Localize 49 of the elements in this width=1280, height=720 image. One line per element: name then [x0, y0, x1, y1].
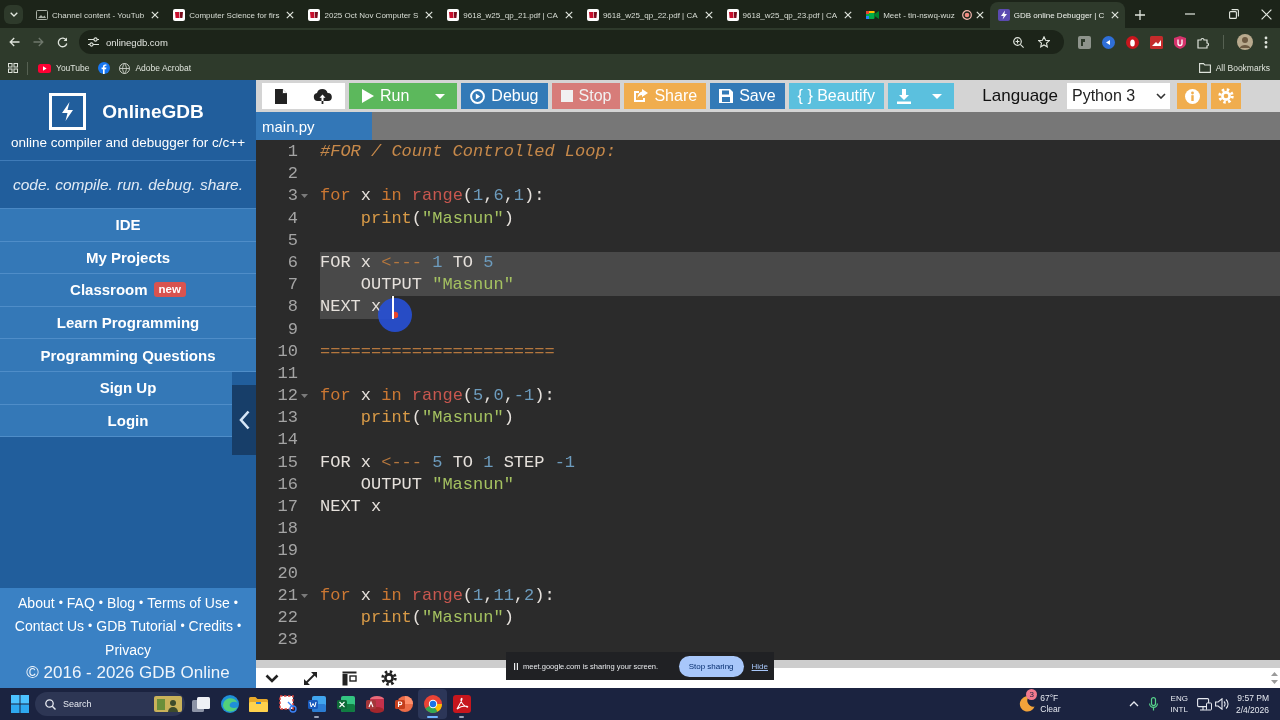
line-number: 18 — [277, 518, 298, 541]
separator-dot: • — [88, 619, 93, 634]
code-line: #FOR / Count Controlled Loop: — [320, 141, 616, 163]
code-line: print("Masnun") — [359, 606, 514, 629]
line-number: 9 — [287, 318, 298, 341]
tagline-text: code. compile. run. debug. share. — [12, 175, 244, 194]
line-number: 4 — [287, 207, 298, 230]
brand-subtitle: online compiler and debugger for c/c++ — [9, 135, 247, 150]
line-number: 15 — [277, 451, 298, 474]
line-number: 5 — [287, 229, 298, 252]
line-number: 23 — [277, 629, 298, 652]
new-badge: new — [153, 282, 186, 298]
separator-dot: • — [139, 595, 144, 610]
line-number: 14 — [277, 429, 298, 452]
line-number: 2 — [287, 163, 298, 186]
separator-dot: • — [233, 595, 238, 610]
separator-dot: • — [58, 595, 63, 610]
code-line: print("Masnun") — [359, 207, 514, 230]
line-number: 6 — [287, 251, 298, 274]
code-line: ======================= — [320, 340, 555, 363]
code-line: NEXT x — [320, 496, 382, 518]
line-number: 21 — [277, 584, 298, 607]
copyright-text: © 2016 - 2026 GDB Online — [25, 662, 231, 683]
line-number: 13 — [277, 407, 298, 430]
code-line: for x in range(5,0,-1): — [320, 385, 555, 408]
separator-dot: • — [236, 619, 242, 634]
weather-temperature: 67°F — [1040, 693, 1060, 704]
code-line: FOR x <--- 5 TO 1 STEP -1 — [320, 451, 576, 474]
line-number: 10 — [277, 340, 298, 363]
separator-dot: • — [180, 619, 185, 634]
notification-badge: 3 — [1026, 689, 1038, 700]
line-number: 22 — [277, 606, 298, 629]
code-line: OUTPUT "Masnun" — [359, 473, 514, 496]
separator-dot: • — [98, 595, 104, 610]
code-line: for x in range(1,6,1): — [320, 185, 545, 208]
line-number: 3 — [287, 185, 298, 208]
language-label: Language — [982, 86, 1058, 106]
line-number: 12 — [277, 385, 298, 408]
line-number: 17 — [277, 496, 298, 518]
line-number: 7 — [287, 274, 298, 297]
line-number: 11 — [277, 362, 298, 385]
code-line: print("Masnun") — [359, 407, 514, 430]
weather-condition: Clear — [1040, 704, 1061, 715]
line-number: 16 — [277, 473, 298, 496]
line-number: 19 — [277, 540, 298, 563]
line-number: 1 — [287, 141, 298, 163]
line-number: 20 — [277, 562, 298, 585]
line-number: 8 — [287, 296, 298, 319]
code-line: for x in range(1,11,2): — [320, 584, 555, 607]
